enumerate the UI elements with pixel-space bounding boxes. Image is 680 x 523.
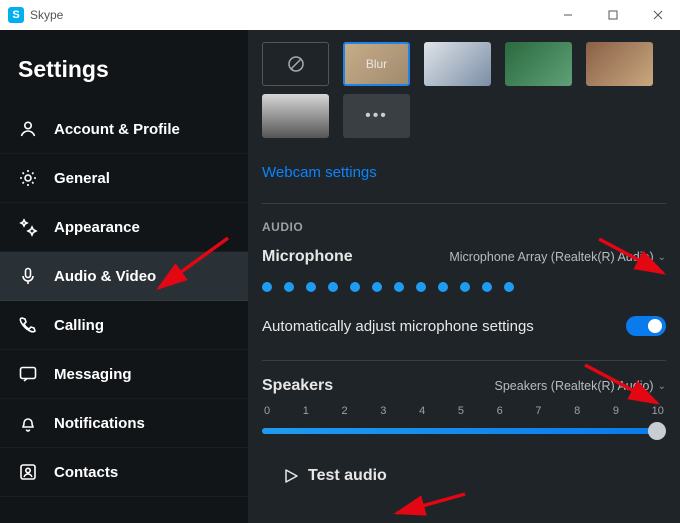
webcam-settings-link[interactable]: Webcam settings xyxy=(262,164,377,181)
auto-adjust-mic-label: Automatically adjust microphone settings xyxy=(262,318,534,335)
microphone-device-dropdown[interactable]: Microphone Array (Realtek(R) Audio) ⌄ xyxy=(449,250,666,264)
sidebar-item-label: General xyxy=(54,170,110,187)
background-effects-row: Blur xyxy=(262,42,666,86)
microphone-level-meter xyxy=(262,276,666,308)
phone-icon xyxy=(18,315,38,335)
sidebar-item-label: Messaging xyxy=(54,366,132,383)
sidebar-item-label: Account & Profile xyxy=(54,121,180,138)
sidebar-item-messaging[interactable]: Messaging xyxy=(0,350,248,399)
sidebar-item-calling[interactable]: Calling xyxy=(0,301,248,350)
background-more[interactable]: ••• xyxy=(343,94,410,138)
sidebar-item-label: Audio & Video xyxy=(54,268,156,285)
speaker-volume-ticks: 012345678910 xyxy=(262,405,666,421)
titlebar: S Skype xyxy=(0,0,680,30)
background-image-4[interactable] xyxy=(262,94,329,138)
background-image-1[interactable] xyxy=(424,42,491,86)
close-button[interactable] xyxy=(635,0,680,30)
settings-main: Blur ••• Webcam settings AUDIO Microphon… xyxy=(248,30,680,523)
audio-section-label: AUDIO xyxy=(262,220,666,234)
speakers-device-dropdown[interactable]: Speakers (Realtek(R) Audio) ⌄ xyxy=(495,379,667,393)
sidebar-item-notifications[interactable]: Notifications xyxy=(0,399,248,448)
gear-icon xyxy=(18,168,38,188)
sidebar-item-contacts[interactable]: Contacts xyxy=(0,448,248,497)
settings-title: Settings xyxy=(0,42,248,105)
window-title: Skype xyxy=(30,8,63,22)
bell-icon xyxy=(18,413,38,433)
background-none[interactable] xyxy=(262,42,329,86)
contacts-icon xyxy=(18,462,38,482)
divider xyxy=(262,203,666,204)
chevron-down-icon: ⌄ xyxy=(658,252,666,263)
background-blur[interactable]: Blur xyxy=(343,42,410,86)
speakers-label: Speakers xyxy=(262,377,333,395)
minimize-button[interactable] xyxy=(545,0,590,30)
divider xyxy=(262,360,666,361)
background-image-2[interactable] xyxy=(505,42,572,86)
slider-thumb[interactable] xyxy=(648,422,666,440)
person-icon xyxy=(18,119,38,139)
chat-icon xyxy=(18,364,38,384)
sparkle-icon xyxy=(18,217,38,237)
sidebar-item-label: Notifications xyxy=(54,415,145,432)
skype-logo-icon: S xyxy=(8,7,24,23)
auto-adjust-mic-toggle[interactable] xyxy=(626,316,666,336)
sidebar-item-general[interactable]: General xyxy=(0,154,248,203)
speaker-volume-slider[interactable] xyxy=(262,421,666,441)
settings-sidebar: Settings Account & Profile General Appeara… xyxy=(0,30,248,523)
maximize-button[interactable] xyxy=(590,0,635,30)
sidebar-item-account-profile[interactable]: Account & Profile xyxy=(0,105,248,154)
sidebar-item-audio-video[interactable]: Audio & Video xyxy=(0,252,248,301)
sidebar-item-label: Appearance xyxy=(54,219,140,236)
background-image-3[interactable] xyxy=(586,42,653,86)
chevron-down-icon: ⌄ xyxy=(658,381,666,392)
play-icon xyxy=(284,469,298,483)
mic-icon xyxy=(18,266,38,286)
microphone-label: Microphone xyxy=(262,248,353,266)
sidebar-item-label: Calling xyxy=(54,317,104,334)
test-audio-button[interactable]: Test audio xyxy=(262,467,666,485)
sidebar-item-appearance[interactable]: Appearance xyxy=(0,203,248,252)
sidebar-item-label: Contacts xyxy=(54,464,118,481)
